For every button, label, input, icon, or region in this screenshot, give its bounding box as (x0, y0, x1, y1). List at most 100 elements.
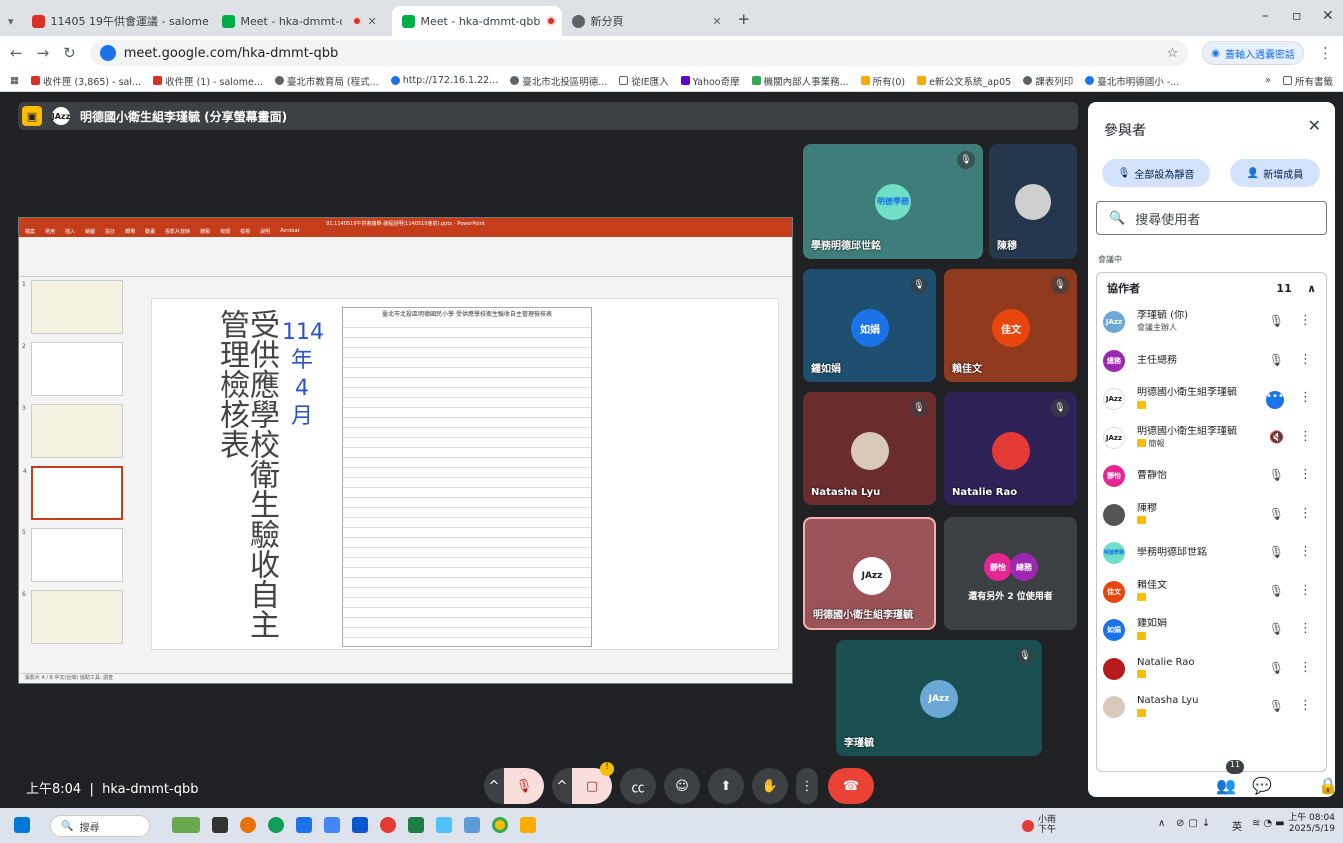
weather-icon[interactable] (1022, 820, 1034, 832)
raise-hand-button[interactable]: ✋ (752, 768, 788, 804)
app-icon[interactable] (352, 817, 368, 833)
chrome-icon[interactable] (492, 817, 508, 833)
new-tab-button[interactable]: + (738, 10, 751, 28)
audio-options-button[interactable]: ^ (484, 768, 504, 804)
participant-row[interactable]: 如娟 鍾如娟 🎙 ⋮ (1097, 611, 1326, 650)
chat-icon[interactable]: 💬 (1252, 776, 1272, 795)
mic-off-icon[interactable]: 🎙 (1269, 584, 1284, 598)
participant-tile[interactable]: 🎙 Natasha Lyu (803, 392, 936, 505)
more-options-icon[interactable]: ⋮ (1299, 698, 1312, 713)
participant-row[interactable]: JAzz 明德國小衛生組李瑾毓 ••• ⋮ (1097, 380, 1326, 419)
present-button[interactable]: ⬆ (708, 768, 744, 804)
close-icon[interactable]: ✕ (712, 15, 721, 28)
mute-all-button[interactable]: 🎙 全部設為靜音 (1102, 159, 1210, 187)
file-explorer-icon[interactable] (520, 817, 536, 833)
participant-row[interactable]: JAzz 明德國小衛生組李瑾毓 簡報 🔇 ⋮ (1097, 419, 1326, 458)
app-icon[interactable] (296, 817, 312, 833)
more-bookmarks-icon[interactable]: » (1265, 75, 1271, 86)
mic-off-icon[interactable]: 🎙 (1269, 314, 1284, 328)
info-icon[interactable]: ⓘ (1183, 776, 1199, 800)
others-tile[interactable]: 靜怡 總務 還有另外 2 位使用者 (944, 517, 1077, 630)
host-controls-icon[interactable]: 🔒 (1318, 776, 1338, 795)
minimize-icon[interactable]: – (1262, 8, 1269, 24)
browser-tab-gmail[interactable]: 11405 19午供會運議 - salome (22, 6, 212, 36)
more-options-icon[interactable]: ⋮ (1299, 467, 1312, 482)
video-options-button[interactable]: ^ (552, 768, 572, 804)
mic-off-icon[interactable]: 🎙 (1269, 353, 1284, 367)
participant-tile[interactable]: 明德學務 🎙 學務明德邱世銘 (803, 144, 983, 259)
participant-tile[interactable]: 陳穆 (989, 144, 1077, 259)
tray-icons[interactable]: ⊘▢↓ (1176, 818, 1214, 829)
participant-row[interactable]: 靜怡 曹靜怡 🎙 ⋮ (1097, 457, 1326, 496)
excel-icon[interactable] (408, 817, 424, 833)
tray-chevron-icon[interactable]: ∧ (1158, 818, 1165, 829)
leave-call-button[interactable]: ☎ (828, 768, 874, 804)
more-options-icon[interactable]: ⋮ (1299, 621, 1312, 636)
search-input[interactable]: 🔍 搜尋使用者 (1096, 201, 1327, 235)
bookmark-item[interactable]: 收件匣 (1) - salome... (153, 74, 263, 88)
url-input[interactable]: meet.google.com/hka-dmmt-qbb ☆ (89, 40, 1189, 66)
participant-row[interactable]: 總務 主任總務 🎙 ⋮ (1097, 342, 1326, 381)
bookmark-item[interactable]: http://172.16.1.22... (390, 75, 498, 86)
more-options-icon[interactable]: ⋮ (1299, 352, 1312, 367)
participant-row[interactable]: 明德學務 學務明德邱世銘 🎙 ⋮ (1097, 534, 1326, 573)
app-icon[interactable] (324, 817, 340, 833)
participant-row[interactable]: Natasha Lyu 🎙 ⋮ (1097, 688, 1326, 727)
taskbar-search[interactable]: 🔍 搜尋 (50, 815, 150, 837)
mic-toggle-button[interactable]: 🎙 (504, 768, 544, 804)
windows-start-icon[interactable] (14, 817, 30, 833)
bookmark-item[interactable]: 臺北市北投區明德... (510, 74, 607, 88)
bookmark-item[interactable]: 課表列印 (1023, 74, 1073, 88)
participant-row[interactable]: Natalie Rao 🎙 ⋮ (1097, 650, 1326, 689)
present-screen-icon[interactable]: ▣ (22, 106, 42, 126)
close-window-icon[interactable]: ✕ (1322, 8, 1334, 24)
input-language[interactable]: 英 (1232, 818, 1242, 833)
bookmark-item[interactable]: 臺北市明德國小 -... (1085, 74, 1179, 88)
mic-off-icon[interactable]: 🎙 (1269, 699, 1284, 713)
more-options-icon[interactable]: ⋮ (1299, 544, 1312, 559)
task-view-icon[interactable] (212, 817, 228, 833)
bookmark-item[interactable]: e新公文系統_ap05 (917, 74, 1011, 88)
audio-off-icon[interactable]: 🔇 (1269, 430, 1284, 444)
more-options-button[interactable]: ⋮ (796, 768, 818, 804)
self-tile[interactable]: JAzz 🎙 李瑾毓 (836, 640, 1042, 756)
bookmark-item[interactable]: 所有(0) (860, 74, 905, 88)
reload-icon[interactable]: ↻ (63, 44, 76, 62)
bookmark-folder[interactable]: 從IE匯入 (619, 74, 669, 88)
app-icon[interactable] (436, 817, 452, 833)
notepad-icon[interactable] (464, 817, 480, 833)
browser-tab-newtab[interactable]: 新分頁 ✕ (562, 6, 732, 36)
mic-off-icon[interactable]: 🎙 (1269, 507, 1284, 521)
edge-icon[interactable] (268, 817, 284, 833)
apps-icon[interactable]: ▦ (10, 75, 19, 86)
app-icon[interactable] (240, 817, 256, 833)
mic-off-icon[interactable]: 🎙 (1269, 545, 1284, 559)
app-icon[interactable] (380, 817, 396, 833)
participant-tile-presenter[interactable]: JAzz 明德國小衛生組李瑾毓 (803, 517, 936, 630)
maximize-icon[interactable]: ▫ (1292, 8, 1302, 24)
participant-tile[interactable]: 🎙 Natalie Rao (944, 392, 1077, 505)
participant-row[interactable]: 陳穆 🎙 ⋮ (1097, 496, 1326, 535)
participant-row[interactable]: JAzz 李瑾毓 (你) 會議主辦人 🎙 ⋮ (1097, 303, 1326, 342)
mic-off-icon[interactable]: 🎙 (1269, 622, 1284, 636)
menu-icon[interactable]: ⋮ (1318, 44, 1333, 62)
participant-row[interactable]: 佳文 賴佳文 🎙 ⋮ (1097, 573, 1326, 612)
more-options-icon[interactable]: ⋮ (1299, 660, 1312, 675)
forward-icon[interactable]: → (37, 44, 50, 62)
mic-off-icon[interactable]: 🎙 (1269, 468, 1284, 482)
browser-tab-meet-2[interactable]: Meet - hka-dmmt-qbb ✕ (391, 6, 562, 36)
emoji-button[interactable]: ☺ (664, 768, 700, 804)
back-icon[interactable]: ← (10, 44, 23, 62)
all-bookmarks-folder[interactable]: 所有書籤 (1282, 74, 1333, 88)
participant-tile[interactable]: 佳文 🎙 賴佳文 (944, 269, 1077, 382)
tab-search-icon[interactable]: ▾ (8, 15, 14, 28)
browser-tab-meet-1[interactable]: Meet - hka-dmmt-qbb (212, 6, 342, 36)
group-header[interactable]: 協作者 11 ∧ (1097, 273, 1326, 303)
translate-button[interactable]: ◉ 蓋軸入遇囊密話 (1202, 41, 1304, 65)
site-info-icon[interactable] (99, 45, 116, 61)
bookmark-item[interactable]: Yahoo奇摩 (680, 74, 740, 88)
people-icon[interactable]: 👥 (1216, 776, 1236, 795)
weather-widget-icon[interactable] (172, 817, 200, 833)
clock[interactable]: 上午 08:04 2025/5/19 (1288, 813, 1335, 835)
activities-icon[interactable]: ▦ (1286, 776, 1301, 795)
